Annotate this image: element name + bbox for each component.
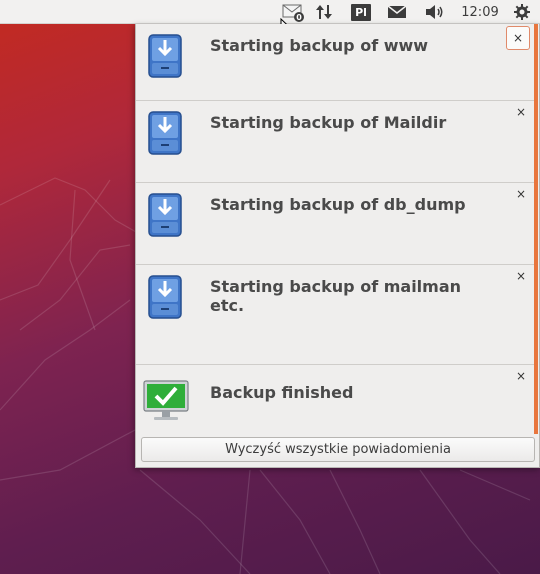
monitor-check-icon — [143, 380, 189, 420]
top-panel: 0 Pl 12:09 — [0, 0, 540, 24]
mail-badge-count: 0 — [296, 13, 302, 22]
backup-drawer-icon — [148, 193, 182, 237]
notification-item[interactable]: Starting backup of Maildir × — [136, 101, 534, 183]
notification-item[interactable]: Starting backup of www × — [136, 24, 534, 101]
backup-drawer-icon — [148, 34, 182, 78]
clear-all-button[interactable]: Wyczyść wszystkie powiadomienia — [141, 437, 535, 462]
network-icon[interactable] — [313, 0, 335, 24]
scrollbar-accent[interactable] — [534, 24, 538, 434]
keyboard-layout-icon[interactable]: Pl — [350, 0, 372, 24]
notification-item[interactable]: Starting backup of mailman etc. × — [136, 265, 534, 365]
notification-title: Starting backup of www — [210, 36, 429, 55]
notification-item[interactable]: Backup finished × — [136, 365, 534, 433]
keyboard-layout-label: Pl — [351, 3, 371, 21]
close-icon[interactable]: × — [514, 269, 528, 283]
clock[interactable]: 12:09 — [455, 0, 505, 24]
close-icon[interactable]: × — [514, 187, 528, 201]
messaging-icon[interactable] — [386, 0, 408, 24]
backup-drawer-icon — [148, 111, 182, 155]
volume-icon[interactable] — [423, 0, 447, 24]
close-icon[interactable]: × — [514, 105, 528, 119]
notification-title: Backup finished — [210, 383, 354, 402]
notification-panel: Starting backup of www × Starting backup… — [135, 24, 540, 468]
notification-title: Starting backup of Maildir — [210, 113, 447, 132]
notification-title: Starting backup of mailman etc. — [210, 277, 462, 315]
close-icon[interactable]: × — [506, 26, 530, 50]
close-icon[interactable]: × — [514, 369, 528, 383]
session-gear-icon[interactable] — [511, 0, 533, 24]
notification-item[interactable]: Starting backup of db_dump × — [136, 183, 534, 265]
backup-drawer-icon — [148, 275, 182, 319]
notification-title: Starting backup of db_dump — [210, 195, 466, 214]
